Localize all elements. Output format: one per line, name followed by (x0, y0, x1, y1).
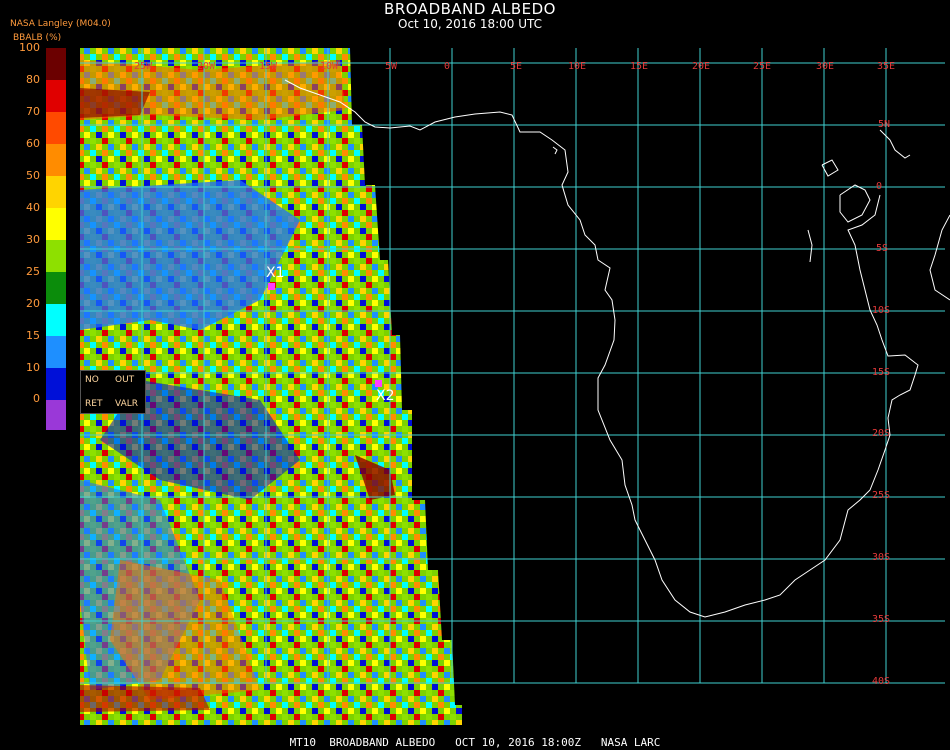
lon-label: 10W (320, 61, 339, 72)
lat-label: 40S (872, 676, 891, 687)
lon-label: 0 (444, 61, 451, 72)
lon-label: 35E (877, 61, 896, 72)
lon-label: 15E (630, 61, 649, 72)
lat-label: 5S (876, 243, 889, 254)
lon-label: 5W (385, 61, 398, 72)
arabian-horn-coast (879, 129, 911, 159)
colorbar-swatch (46, 304, 66, 336)
map-subtitle: Oct 10, 2016 18:00 UTC (398, 17, 542, 31)
lon-label: 5E (510, 61, 523, 72)
colorbar-tick: 100 (19, 41, 40, 54)
lon-label: 20W (197, 61, 216, 72)
east-coast-segment (807, 229, 813, 263)
marker-x2-dot (375, 380, 382, 387)
colorbar-swatch (46, 48, 66, 80)
colorbar-swatch (46, 80, 66, 112)
colorbar-swatch (46, 400, 66, 430)
lon-label: 30E (816, 61, 835, 72)
legend-valr: VALR (115, 399, 139, 409)
missing-data-legend: NO OUT RET VALR (80, 370, 146, 414)
lon-label: 20E (692, 61, 711, 72)
legend-out: OUT (115, 375, 135, 385)
lat-label: 30S (872, 552, 891, 563)
footer-caption: MT10 BROADBAND ALBEDO OCT 10, 2016 18:00… (289, 736, 661, 749)
colorbar-tick: 25 (26, 265, 40, 278)
lat-label: 15S (872, 367, 891, 378)
colorbar-swatch (46, 144, 66, 176)
colorbar-tick: 0 (33, 392, 40, 405)
colorbar-tick: 10 (26, 361, 40, 374)
colorbar-swatch (46, 368, 66, 400)
marker-x2 (375, 380, 382, 387)
colorbar-tick: 50 (26, 169, 40, 182)
colorbar-tick: 15 (26, 329, 40, 342)
madagascar-coast (929, 214, 950, 301)
small-lake (552, 146, 558, 155)
lat-label: 20S (872, 428, 891, 439)
marker-x2-label: X2 (376, 388, 395, 404)
colorbar-tick: 70 (26, 105, 40, 118)
colorbar (46, 48, 66, 430)
albedo-high-region (80, 685, 210, 712)
legend-no: NO (85, 375, 99, 385)
map-title: BROADBAND ALBEDO (384, 0, 556, 18)
marker-x1 (268, 283, 275, 290)
lon-label: 15W (259, 61, 278, 72)
marker-x1-label: X1 (266, 265, 285, 281)
lat-label: 10S (872, 305, 891, 316)
lon-label: 10E (568, 61, 587, 72)
marker-x1-dot (268, 283, 275, 290)
lat-label: 25S (872, 490, 891, 501)
legend-ret: RET (85, 399, 103, 409)
colorbar-swatch (46, 272, 66, 304)
colorbar-swatch (46, 112, 66, 144)
lake-victoria (839, 184, 871, 223)
lat-label: 35S (872, 614, 891, 625)
colorbar-swatch (46, 176, 66, 208)
colorbar-swatch (46, 208, 66, 240)
colorbar-swatch (46, 336, 66, 368)
lon-label: 25W (134, 61, 153, 72)
colorbar-tick: 60 (26, 137, 40, 150)
lon-label: 25E (753, 61, 772, 72)
lat-label: 5N (878, 119, 891, 130)
source-label: NASA Langley (M04.0) (10, 19, 111, 29)
colorbar-tick: 40 (26, 201, 40, 214)
colorbar-tick: 80 (26, 73, 40, 86)
albedo-high-region (80, 88, 150, 118)
colorbar-tick: 30 (26, 233, 40, 246)
colorbar-swatch (46, 240, 66, 272)
colorbar-tick: 20 (26, 297, 40, 310)
lat-label: 0 (876, 181, 883, 192)
